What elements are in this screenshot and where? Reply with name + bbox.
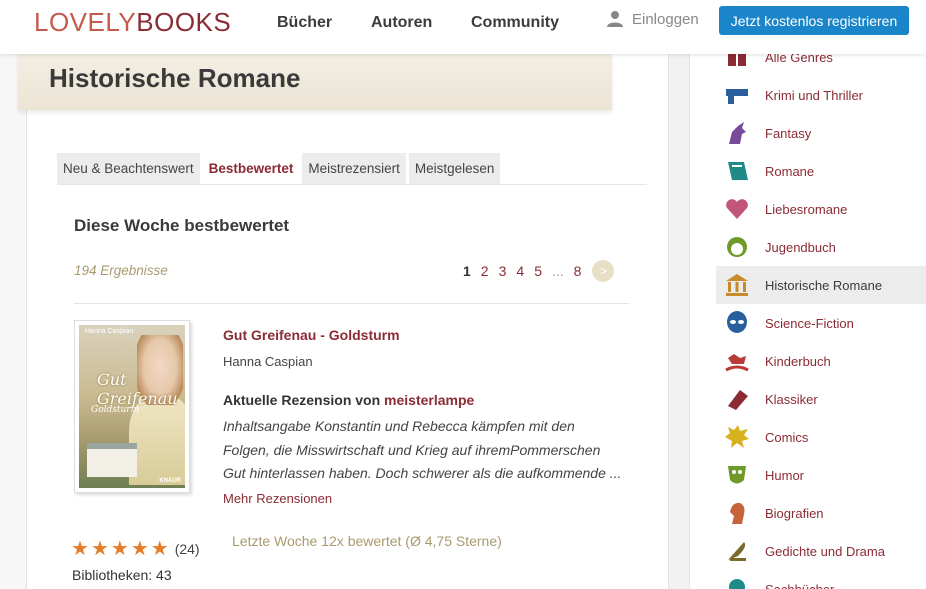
pow-icon	[724, 424, 750, 450]
site-header: LOVELYBOOKS Bücher Autoren Community Ein…	[0, 0, 926, 54]
page-5[interactable]: 5	[534, 263, 542, 279]
sidebar-item-kid[interactable]: Jugendbuch	[716, 228, 926, 266]
cover-subtitle: Goldsturm	[91, 405, 140, 415]
nav-community[interactable]: Community	[471, 14, 559, 32]
logo-books: BOOKS	[136, 7, 232, 37]
tab-meistrezensiert[interactable]: Meistrezensiert	[302, 153, 406, 184]
sidebar-item-mask[interactable]: Humor	[716, 456, 926, 494]
cover-house	[87, 443, 137, 477]
tab-neu[interactable]: Neu & Beachtenswert	[57, 153, 200, 184]
last-week-rating: Letzte Woche 12x bewertet (Ø 4,75 Sterne…	[232, 533, 502, 549]
sidebar-item-quill[interactable]: Gedichte und Drama	[716, 532, 926, 570]
divider	[74, 303, 629, 304]
heart-icon	[724, 196, 750, 222]
sidebar-item-label: Kinderbuch	[765, 353, 831, 369]
page-8[interactable]: 8	[574, 263, 582, 279]
logo-lovely: LOVELY	[34, 7, 137, 37]
sidebar-item-label: Klassiker	[765, 391, 818, 407]
sidebar-item-label: Fantasy	[765, 125, 812, 141]
cover-title: Gut Greifenau	[97, 370, 178, 408]
star-icon: ★	[130, 538, 149, 560]
tab-meistgelesen[interactable]: Meistgelesen	[408, 153, 501, 184]
sidebar-item-label: Gedichte und Drama	[765, 543, 885, 559]
gun-icon	[724, 82, 750, 108]
alien-icon	[724, 310, 750, 336]
temple-icon	[724, 272, 750, 298]
page-3[interactable]: 3	[499, 263, 507, 279]
sidebar-item-label: Biografien	[765, 505, 824, 521]
page-1[interactable]: 1	[463, 263, 471, 279]
results-count: 194 Ergebnisse	[74, 263, 168, 278]
sidebar-item-book[interactable]: Romane	[716, 152, 926, 190]
nav-buecher[interactable]: Bücher	[277, 14, 332, 32]
star-icon: ★	[110, 538, 129, 560]
unicorn-icon	[724, 120, 750, 146]
sidebar-item-label: Romane	[765, 163, 815, 179]
sidebar-item-label: Jugendbuch	[765, 239, 836, 255]
star-icon: ★	[150, 538, 169, 560]
sidebar-item-label: Science-Fiction	[765, 315, 854, 331]
review-heading: Aktuelle Rezension von meisterlampe	[223, 392, 474, 408]
logo[interactable]: LOVELYBOOKS	[34, 7, 231, 38]
ratings-count: (24)	[174, 541, 200, 557]
sidebar-item-scroll[interactable]: Klassiker	[716, 380, 926, 418]
sidebar-item-heart[interactable]: Liebesromane	[716, 190, 926, 228]
kid-icon	[724, 234, 750, 260]
star-icon: ★	[71, 538, 89, 560]
sidebar-item-label: Krimi und Thriller	[765, 87, 864, 103]
book-author[interactable]: Hanna Caspian	[223, 354, 313, 369]
login-link[interactable]: Einloggen	[606, 10, 699, 28]
page-4[interactable]: 4	[516, 263, 524, 279]
nav-autoren[interactable]: Autoren	[371, 14, 432, 32]
page-title: Historische Romane	[49, 63, 301, 93]
more-reviews-link[interactable]: Mehr Rezensionen	[223, 491, 332, 506]
rocking-horse-icon	[724, 348, 750, 374]
page-ellipsis: ...	[551, 263, 564, 279]
star-rating: ★ ★ ★ ★ ★ (24)	[71, 539, 200, 559]
review-user[interactable]: meisterlampe	[384, 392, 474, 408]
section-title: Diese Woche bestbewertet	[74, 216, 290, 235]
sidebar-item-label: Comics	[765, 429, 809, 445]
scroll-icon	[724, 386, 750, 412]
sidebar-item-pow[interactable]: Comics	[716, 418, 926, 456]
cover-author: Hanna Caspian	[85, 328, 134, 335]
tab-bestbewertet[interactable]: Bestbewertet	[202, 153, 300, 184]
left-gutter	[0, 54, 26, 589]
sidebar-item-label: Historische Romane	[765, 277, 883, 293]
pagination: 1 2 3 4 5 ... 8 >	[458, 260, 615, 282]
login-label: Einloggen	[632, 10, 699, 28]
book-icon	[724, 158, 750, 184]
sidebar-item-label: Sachbücher	[765, 581, 835, 589]
sidebar-item-rocking-horse[interactable]: Kinderbuch	[716, 342, 926, 380]
user-icon	[607, 11, 623, 27]
review-prefix: Aktuelle Rezension von	[223, 392, 381, 408]
cover-image: Hanna Caspian Gut Greifenau Goldsturm KN…	[79, 325, 185, 488]
bulb-icon	[724, 576, 750, 589]
sidebar-item-bulb[interactable]: Sachbücher	[716, 570, 926, 589]
sidebar-item-unicorn[interactable]: Fantasy	[716, 114, 926, 152]
tab-divider	[57, 184, 647, 185]
mask-icon	[724, 462, 750, 488]
tab-bar: Neu & Beachtenswert Bestbewertet Meistre…	[57, 153, 503, 184]
book-title[interactable]: Gut Greifenau - Goldsturm	[223, 327, 400, 343]
cover-publisher: KNAUR	[159, 478, 181, 484]
book-cover[interactable]: Hanna Caspian Gut Greifenau Goldsturm KN…	[74, 320, 190, 493]
page-2[interactable]: 2	[481, 263, 489, 279]
sidebar-item-temple[interactable]: Historische Romane	[716, 266, 926, 304]
libraries-count: Bibliotheken: 43	[72, 567, 172, 583]
sidebar-item-alien[interactable]: Science-Fiction	[716, 304, 926, 342]
sidebar-item-label: Humor	[765, 467, 805, 483]
silhouette-icon	[724, 500, 750, 526]
quill-icon	[724, 538, 750, 564]
next-page-button[interactable]: >	[592, 260, 615, 282]
sidebar-item-label: Liebesromane	[765, 201, 848, 217]
sidebar-item-gun[interactable]: Krimi und Thriller	[716, 76, 926, 114]
sidebar-item-silhouette[interactable]: Biografien	[716, 494, 926, 532]
review-text: Inhaltsangabe Konstantin und Rebecca käm…	[223, 418, 622, 481]
register-button[interactable]: Jetzt kostenlos registrieren	[719, 6, 909, 35]
star-icon: ★	[90, 538, 109, 560]
